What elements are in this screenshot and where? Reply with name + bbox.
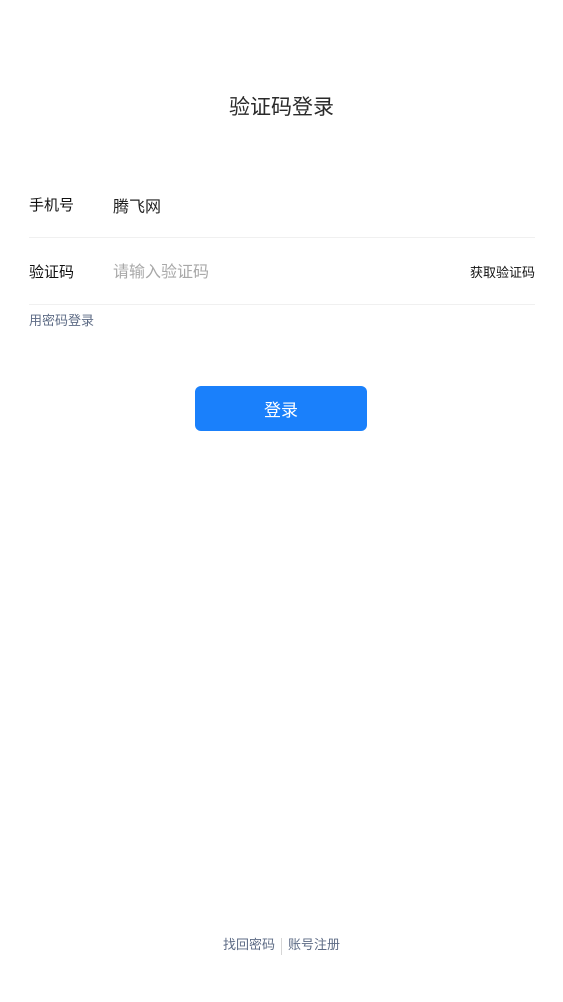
recover-password-link[interactable]: 找回密码 [223, 937, 275, 955]
code-label: 验证码 [29, 263, 75, 281]
page-title: 验证码登录 [229, 95, 334, 119]
footer-links: 找回密码 账号注册 [0, 937, 563, 955]
phone-label: 手机号 [29, 196, 75, 214]
footer-divider [281, 937, 282, 955]
code-row: 验证码 获取验证码 [29, 239, 535, 305]
login-button[interactable]: 登录 [195, 386, 367, 431]
code-input[interactable] [113, 256, 470, 287]
get-code-button[interactable]: 获取验证码 [470, 262, 535, 281]
phone-row: 手机号 [29, 172, 535, 238]
password-login-link[interactable]: 用密码登录 [29, 313, 94, 331]
register-link[interactable]: 账号注册 [288, 937, 340, 955]
phone-input[interactable] [113, 189, 535, 220]
